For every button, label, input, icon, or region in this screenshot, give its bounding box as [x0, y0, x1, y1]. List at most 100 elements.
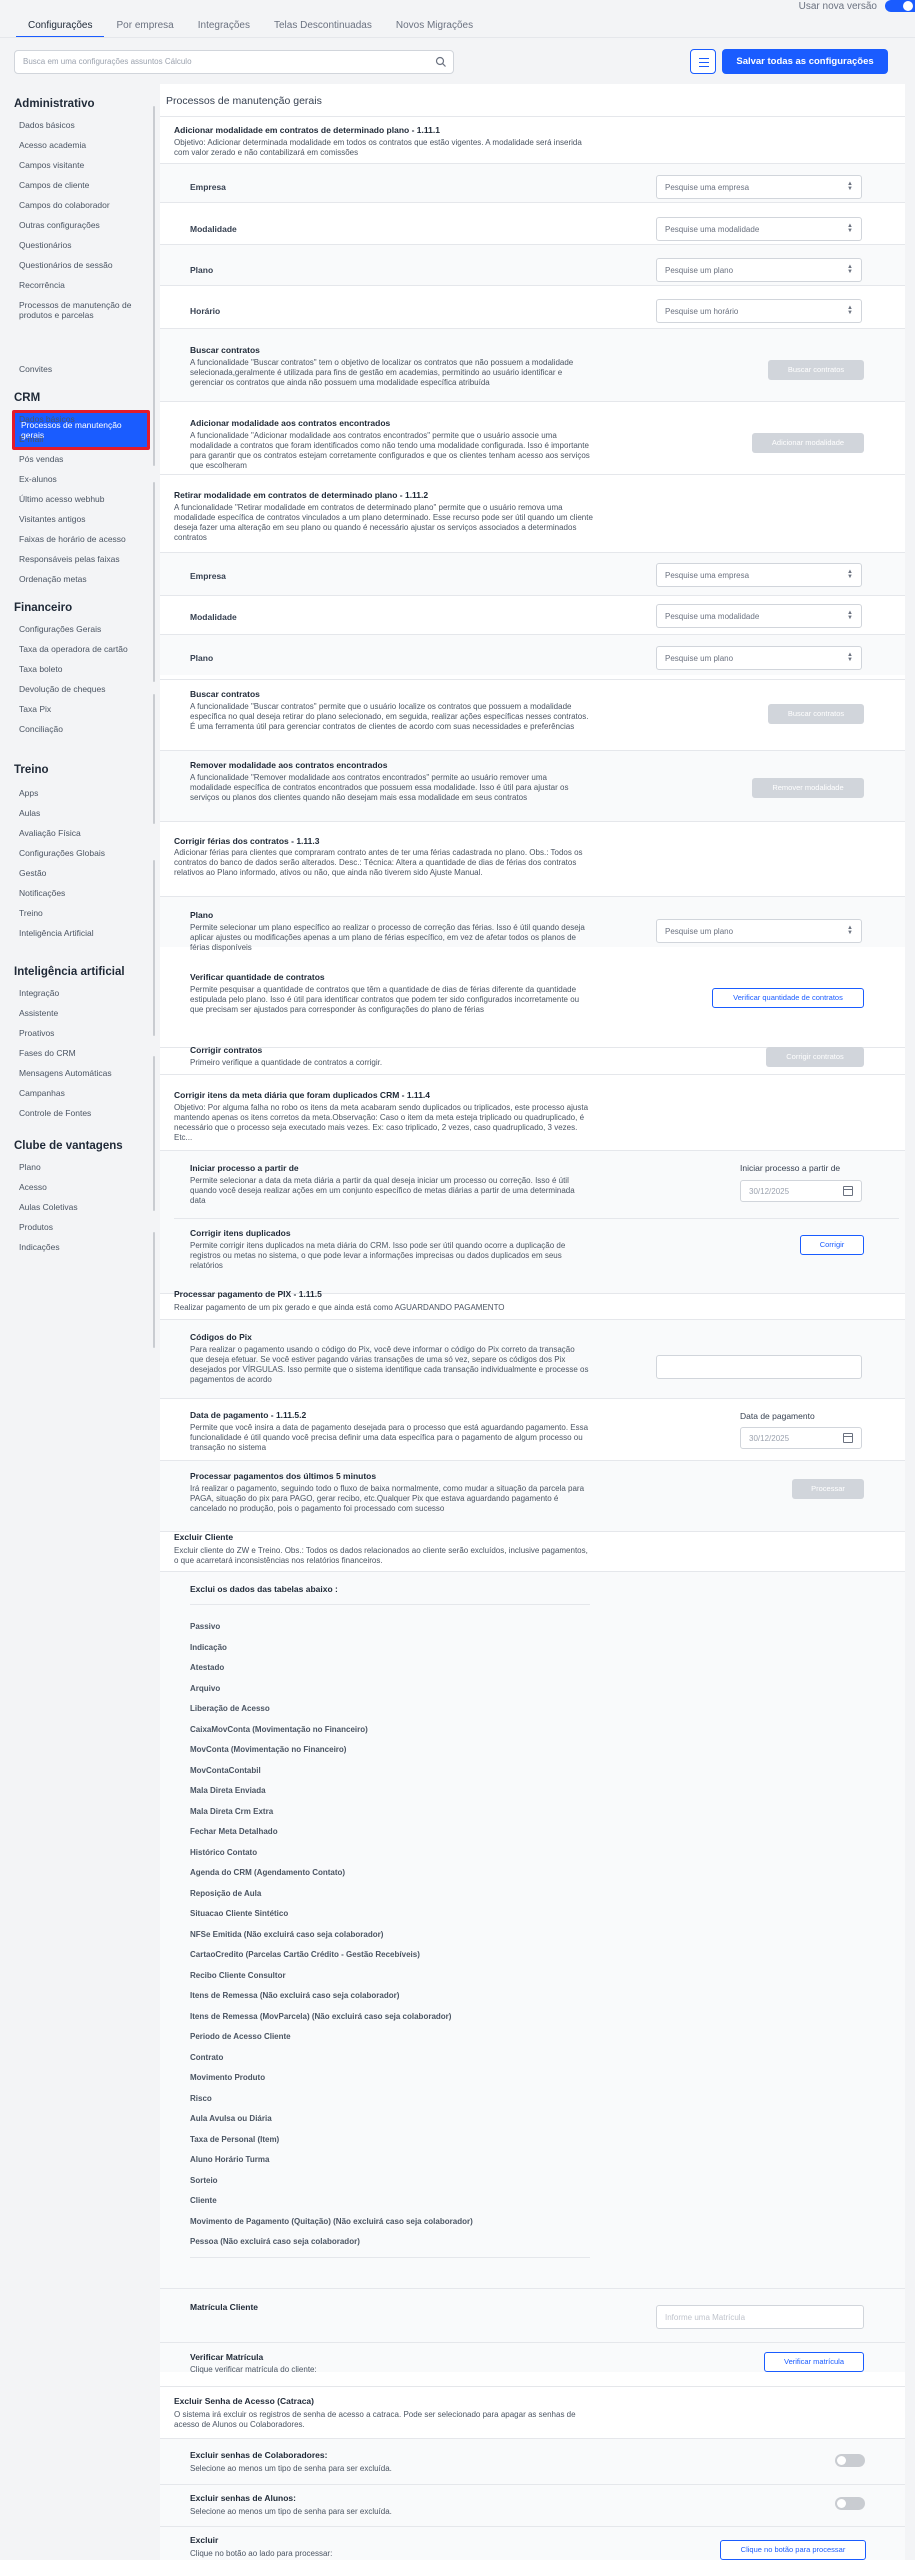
sidebar-scroll-track[interactable]: [153, 106, 155, 466]
sidebar-item[interactable]: Proativos: [19, 1028, 149, 1038]
sidebar-item[interactable]: Gestão: [19, 868, 149, 878]
section-description: A funcionalidade "Retirar modalidade em …: [174, 503, 593, 542]
table-list-item: Agenda do CRM (Agendamento Contato): [190, 1868, 346, 1877]
plano-select[interactable]: Pesquise um plano ▲ ▼: [656, 919, 862, 943]
sidebar-scroll-track[interactable]: [153, 482, 155, 682]
sidebar-item[interactable]: Acesso: [19, 1182, 149, 1192]
sidebar-item[interactable]: Aulas: [19, 808, 149, 818]
table-list-item: Movimento Produto: [190, 2073, 266, 2082]
tab-configuracoes[interactable]: Configurações: [16, 16, 105, 38]
sidebar-scroll-track[interactable]: [153, 1056, 155, 1211]
excluir-colaboradores-toggle[interactable]: [835, 2454, 865, 2467]
sidebar-item[interactable]: Pós vendas: [19, 454, 149, 464]
modalidade-select[interactable]: Pesquise uma modalidade ▲ ▼: [656, 604, 862, 628]
sidebar-item[interactable]: Acesso academia: [19, 140, 149, 150]
sidebar-item[interactable]: Configurações Gerais: [19, 624, 149, 634]
plano-select[interactable]: Pesquise um plano ▲ ▼: [656, 258, 862, 282]
corrigir-duplicados-button[interactable]: Corrigir: [800, 1235, 864, 1255]
tab-telas-descontinuadas[interactable]: Telas Descontinuadas: [262, 16, 384, 38]
sidebar-item[interactable]: Dados básicos: [19, 414, 149, 424]
list-view-button[interactable]: [690, 49, 716, 74]
empresa-select[interactable]: Pesquise uma empresa ▲ ▼: [656, 563, 862, 587]
tab-integracoes[interactable]: Integrações: [186, 16, 262, 38]
buscar-contratos-title: Buscar contratos: [190, 345, 260, 355]
processar-button[interactable]: Processar: [792, 1479, 864, 1499]
sidebar-item[interactable]: Plano: [19, 1162, 149, 1172]
sidebar-item[interactable]: Campos de cliente: [19, 180, 149, 190]
sidebar-item[interactable]: Campos visitante: [19, 160, 149, 170]
tab-divider: [0, 37, 915, 38]
sidebar-item[interactable]: Controle de Fontes: [19, 1108, 149, 1118]
sidebar-item[interactable]: Visitantes antigos: [19, 514, 149, 524]
sidebar-item[interactable]: Convites: [19, 364, 149, 374]
sidebar-item[interactable]: Treino: [19, 908, 149, 918]
sidebar-item[interactable]: Avaliação Física: [19, 828, 149, 838]
sidebar-section-clube-de-vantagens: Clube de vantagens: [14, 1140, 123, 1152]
sidebar-item[interactable]: Aulas Coletivas: [19, 1202, 149, 1212]
sidebar-item[interactable]: Apps: [19, 788, 149, 798]
sidebar-item[interactable]: Indicações: [19, 1242, 149, 1252]
buscar-contratos-button[interactable]: Buscar contratos: [768, 360, 864, 380]
sidebar-item[interactable]: Configurações Globais: [19, 848, 149, 858]
sidebar-item[interactable]: Fases do CRM: [19, 1048, 149, 1058]
table-list-item: Situacao Cliente Sintético: [190, 1909, 289, 1918]
sidebar-item[interactable]: Ex-alunos: [19, 474, 149, 484]
modalidade-select[interactable]: Pesquise uma modalidade ▲ ▼: [656, 217, 862, 241]
matricula-input[interactable]: Informe uma Matrícula: [656, 2305, 864, 2329]
verificar-matricula-title: Verificar Matrícula: [190, 2352, 264, 2362]
remover-modalidade-button[interactable]: Remover modalidade: [752, 778, 864, 798]
sidebar-item[interactable]: Assistente: [19, 1008, 149, 1018]
sidebar-item[interactable]: E-mail: [19, 434, 149, 444]
new-version-toggle[interactable]: [885, 0, 915, 12]
sidebar-item[interactable]: Outras configurações: [19, 220, 149, 230]
data-pagamento-date-input[interactable]: 30/12/2025: [740, 1427, 862, 1449]
excluir-process-button[interactable]: Clique no botão para processar: [720, 2540, 866, 2560]
sidebar-scroll-track[interactable]: [153, 860, 155, 1036]
section-title: Processar pagamento de PIX - 1.11.5: [174, 1289, 322, 1299]
search-input[interactable]: Busca em uma configurações assuntos Cálc…: [14, 50, 454, 74]
buscar-contratos-button[interactable]: Buscar contratos: [768, 704, 864, 724]
sidebar-item[interactable]: Ordenação metas: [19, 574, 149, 584]
tab-por-empresa[interactable]: Por empresa: [104, 16, 185, 38]
sidebar-item[interactable]: Último acesso webhub: [19, 494, 149, 504]
sidebar-item[interactable]: Taxa boleto: [19, 664, 149, 674]
plano-select[interactable]: Pesquise um plano ▲ ▼: [656, 646, 862, 670]
table-list-item: Aluno Horário Turma: [190, 2155, 270, 2164]
table-list-item: Fechar Meta Detalhado: [190, 1827, 278, 1836]
verificar-matricula-button[interactable]: Verificar matrícula: [764, 2352, 864, 2372]
sidebar-item[interactable]: Produtos: [19, 1222, 149, 1232]
plano-title: Plano: [190, 910, 214, 920]
sidebar-item[interactable]: Questionários: [19, 240, 149, 250]
sidebar-scroll-track[interactable]: [153, 694, 155, 824]
codigos-pix-input[interactable]: [656, 1355, 862, 1379]
section-description: O sistema irá excluir os registros de se…: [174, 2410, 576, 2429]
sidebar-item[interactable]: Taxa da operadora de cartão: [19, 644, 149, 654]
sidebar-item[interactable]: Recorrência: [19, 280, 149, 290]
empresa-select[interactable]: Pesquise uma empresa ▲ ▼: [656, 175, 862, 199]
excluir-alunos-toggle[interactable]: [835, 2497, 865, 2510]
top-bar: Usar nova versão: [0, 0, 915, 14]
sidebar-item[interactable]: Responsáveis pelas faixas: [19, 554, 149, 564]
sidebar-item[interactable]: Dados básicos: [19, 120, 149, 130]
table-list-item: Mala Direta Enviada: [190, 1786, 266, 1795]
horario-select[interactable]: Pesquise um horário ▲ ▼: [656, 299, 862, 323]
sidebar-item[interactable]: Processos de manutenção de produtos e pa…: [19, 300, 149, 320]
sidebar-item[interactable]: Inteligência Artificial: [19, 928, 149, 938]
sidebar-item[interactable]: Faixas de horário de acesso: [19, 534, 149, 544]
sidebar-item[interactable]: Integração: [19, 988, 149, 998]
iniciar-processo-date-input[interactable]: 30/12/2025: [740, 1180, 862, 1202]
sidebar-item[interactable]: Campanhas: [19, 1088, 149, 1098]
sidebar-item[interactable]: Mensagens Automáticas: [19, 1068, 149, 1078]
sidebar-item[interactable]: Taxa Pix: [19, 704, 149, 714]
tab-novos-migracoes[interactable]: Novos Migrações: [384, 16, 485, 38]
sidebar-item[interactable]: Notificações: [19, 888, 149, 898]
sidebar-item[interactable]: Questionários de sessão: [19, 260, 149, 270]
adicionar-modalidade-button[interactable]: Adicionar modalidade: [752, 433, 864, 453]
sidebar-item[interactable]: Devolução de cheques: [19, 684, 149, 694]
sidebar-item[interactable]: Campos do colaborador: [19, 200, 149, 210]
sidebar-scroll-track[interactable]: [153, 1232, 155, 1348]
sidebar-item[interactable]: Conciliação: [19, 724, 149, 734]
verificar-quantidade-button[interactable]: Verificar quantidade de contratos: [712, 988, 864, 1008]
corrigir-contratos-button[interactable]: Corrigir contratos: [766, 1047, 864, 1067]
save-all-button[interactable]: Salvar todas as configurações: [722, 49, 888, 74]
